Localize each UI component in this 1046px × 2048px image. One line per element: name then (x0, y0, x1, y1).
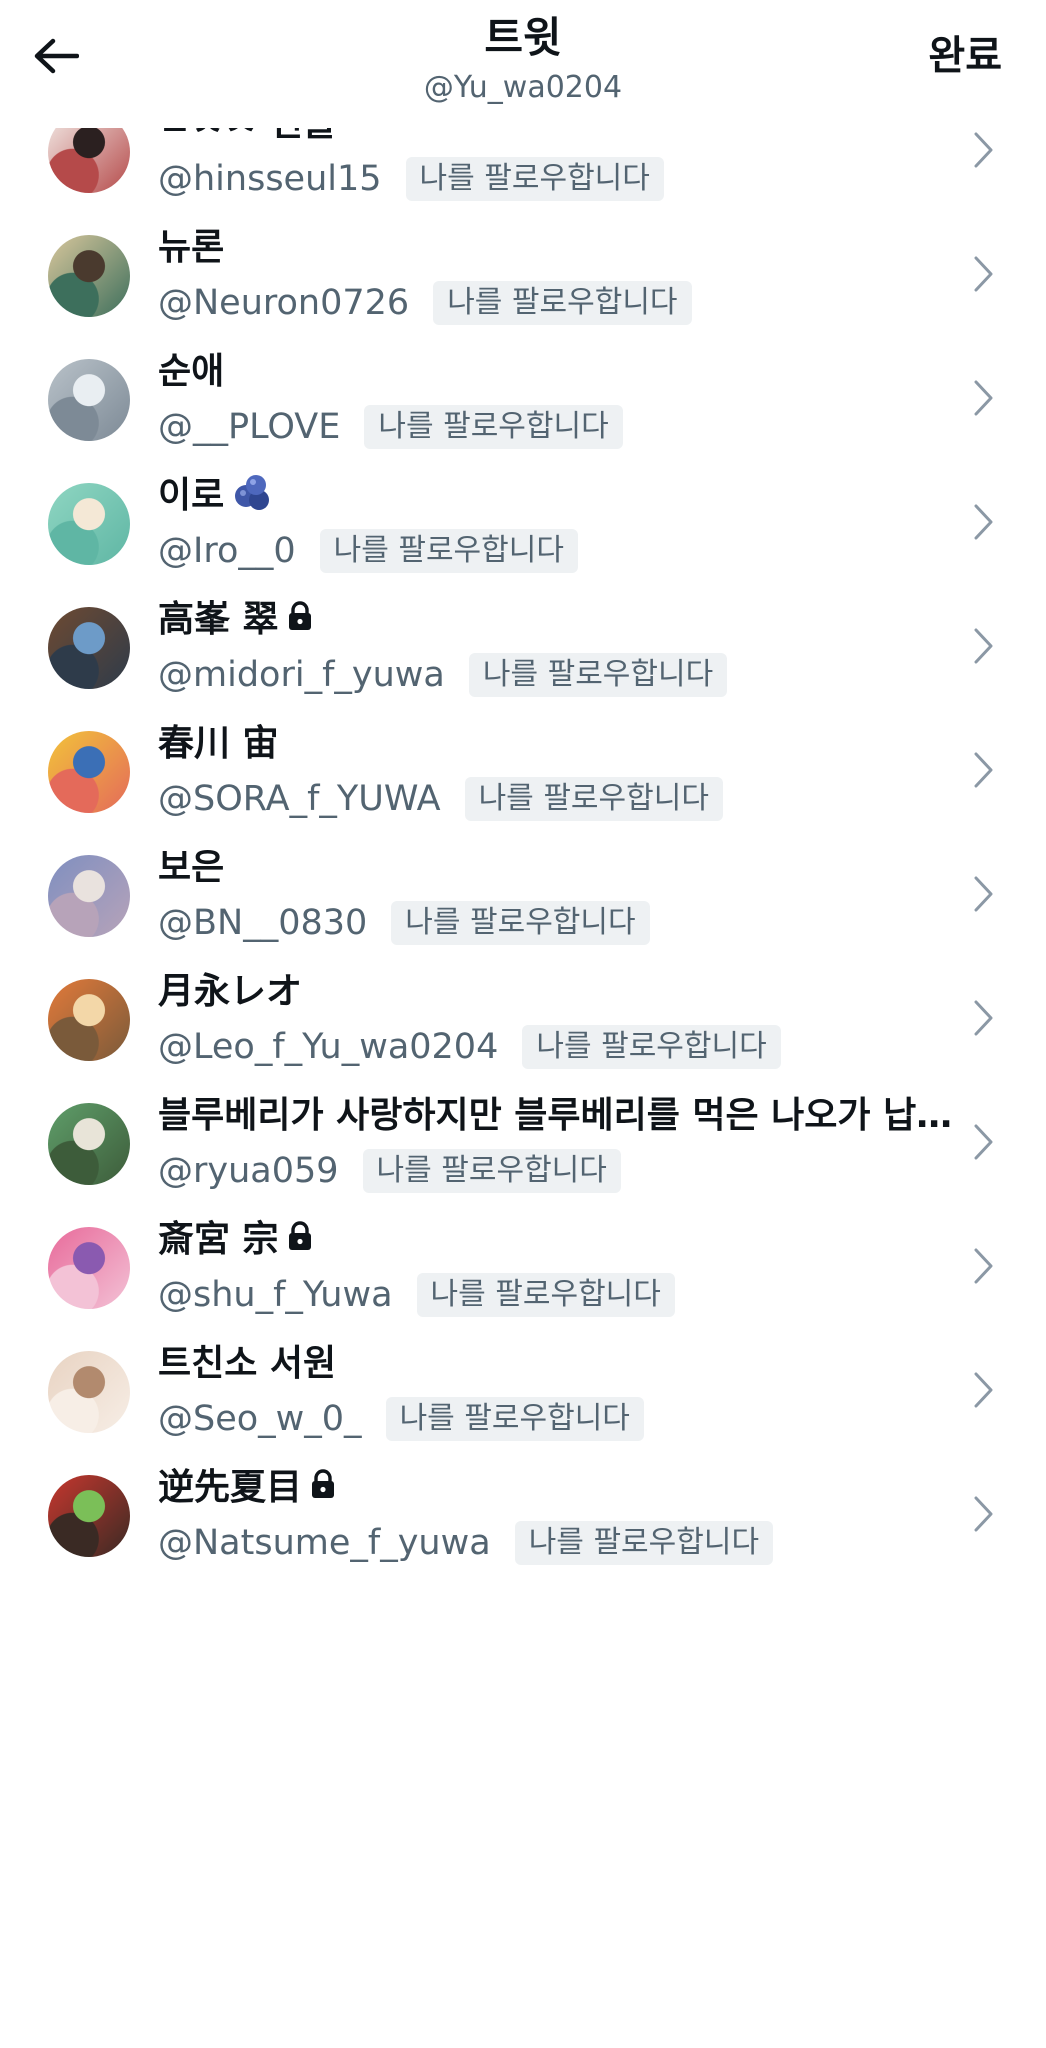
display-name: 뉴론 (158, 227, 225, 268)
avatar[interactable] (48, 235, 130, 317)
display-name: 斎宮 宗 (158, 1219, 279, 1260)
follows-you-badge: 나를 팔로우합니다 (514, 1521, 774, 1565)
chevron-right-icon (970, 872, 998, 916)
display-name: 트친소 서원 (158, 1343, 337, 1384)
user-handle: @SORA_f_YUWA (158, 779, 441, 819)
handle-line: @Natsume_f_yuwa 나를 팔로우합니다 (158, 1518, 774, 1568)
chevron-right-icon (970, 500, 998, 544)
chevron-right-icon (970, 748, 998, 792)
chevron-right-icon (970, 1244, 998, 1288)
avatar[interactable] (48, 1351, 130, 1433)
user-handle: @hinsseul15 (158, 159, 382, 199)
page-subtitle: @Yu_wa0204 (423, 70, 623, 105)
display-name: 逆先夏目 (158, 1467, 303, 1508)
chevron-right-icon (970, 128, 998, 172)
chevron-right-icon (970, 624, 998, 668)
lock-icon (287, 1221, 313, 1251)
user-handle: @BN__0830 (158, 903, 368, 943)
display-name: 月永レオ (158, 971, 303, 1012)
blueberry-icon (232, 472, 272, 512)
name-line: 뉴론 (158, 218, 978, 270)
avatar[interactable] (48, 483, 130, 565)
name-line: 月永レオ (158, 962, 978, 1014)
user-handle: @ryua059 (158, 1151, 339, 1191)
name-line: 순애 (158, 342, 978, 394)
user-handle: @shu_f_Yuwa (158, 1275, 393, 1315)
user-handle: @Leo_f_Yu_wa0204 (158, 1027, 499, 1067)
page-title: 트윗 (484, 13, 562, 62)
avatar[interactable] (48, 979, 130, 1061)
user-handle: @Neuron0726 (158, 283, 410, 323)
name-line: 블루베리가 사랑하지만 블루베리를 먹은 나오가 납… (158, 1086, 978, 1138)
avatar[interactable] (48, 359, 130, 441)
display-name: 高峯 翠 (158, 599, 279, 640)
avatar[interactable] (48, 1475, 130, 1557)
avatar[interactable] (48, 855, 130, 937)
user-row[interactable]: 逆先夏目 @Natsume_f_yuwa 나를 팔로우합니다 (0, 1434, 1046, 1596)
name-line: 春川 宙 (158, 714, 978, 766)
user-handle: @Iro__0 (158, 531, 296, 571)
user-handle: @Natsume_f_yuwa (158, 1523, 491, 1563)
name-line: 이로 (158, 466, 978, 518)
lock-icon (287, 601, 313, 631)
avatar[interactable] (48, 607, 130, 689)
name-line: 逆先夏目 (158, 1458, 978, 1510)
chevron-right-icon (970, 252, 998, 296)
lock-icon (310, 1469, 336, 1499)
top-bar: 트윗 @Yu_wa0204 완료 (0, 0, 1046, 128)
avatar[interactable] (48, 731, 130, 813)
display-name: 블루베리가 사랑하지만 블루베리를 먹은 나오가 납… (158, 1095, 953, 1136)
display-name: 이로 (158, 475, 225, 516)
chevron-right-icon (970, 1120, 998, 1164)
display-name: 순애 (158, 351, 225, 392)
name-line: 보은 (158, 838, 978, 890)
user-handle: @midori_f_yuwa (158, 655, 445, 695)
chevron-right-icon (970, 376, 998, 420)
chevron-right-icon (970, 1492, 998, 1536)
done-button[interactable]: 완료 (928, 28, 1002, 84)
user-handle: @__PLOVE (158, 407, 341, 447)
chevron-right-icon (970, 996, 998, 1040)
avatar[interactable] (48, 1227, 130, 1309)
name-line: 高峯 翠 (158, 590, 978, 642)
user-handle: @Seo_w_0_ (158, 1399, 362, 1439)
display-name: 보은 (158, 847, 225, 888)
name-line: 트친소 서원 (158, 1334, 978, 1386)
display-name: 春川 宙 (158, 723, 279, 764)
chevron-right-icon (970, 1368, 998, 1412)
avatar[interactable] (48, 1103, 130, 1185)
name-line: 斎宮 宗 (158, 1210, 978, 1262)
